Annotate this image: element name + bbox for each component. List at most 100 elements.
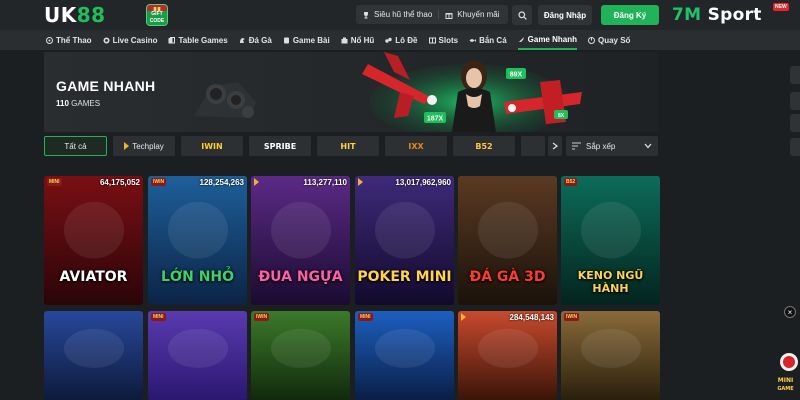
game-count-number: 110 [56,99,69,108]
chevron-right-icon [552,142,558,150]
game-card[interactable]: MINI 64,175,052 AVIATOR [44,176,143,305]
jackpot-icon [341,37,348,43]
game-title: POKER MINI [357,269,452,285]
nav-item-2[interactable]: Live Casino [103,30,157,50]
game-card[interactable]: MINI [355,311,454,400]
filter-spribe[interactable]: SPRIBE [249,136,311,156]
game-card[interactable] [44,311,143,400]
nav-item-7[interactable]: Lô Đề [385,30,418,50]
nav-item-11[interactable]: Quay Số [587,30,630,50]
filter-ixx[interactable]: IXX [385,136,447,156]
logo-text-accent: 88 [76,3,106,27]
card-header [44,311,143,323]
partner-brand-b: Sport [707,5,762,25]
sort-icon [572,142,581,150]
card-header [458,176,557,188]
promo-links: Siêu hũ thể thao Khuyến mãi [356,5,508,24]
game-card[interactable]: B52 KENO NGŨ HÀNH [561,176,660,305]
filter-all[interactable]: Tất cả [44,136,107,156]
game-title: LỚN NHỎ [160,269,235,285]
card-game-icon [283,37,289,43]
provider-icon [254,178,259,186]
lottery-icon [385,37,392,43]
jackpot-count: 13,017,962,960 [395,177,451,187]
promotions-link[interactable]: Khuyến mãi [438,10,505,19]
nav-item-3[interactable]: Table Games [168,30,228,50]
jackpot-count: 113,277,110 [303,177,347,187]
nav-item-9[interactable]: Bắn Cá [469,30,507,50]
side-tool-4[interactable] [790,138,800,156]
game-card[interactable]: 284,548,143 [458,311,557,400]
game-thumbnail [148,176,247,305]
sort-label: Sắp xếp [586,141,616,151]
filter-hit[interactable]: HIT [317,136,379,156]
side-tool-1[interactable] [790,66,800,84]
game-thumbnail [251,176,350,305]
game-thumbnail [458,311,557,400]
nav-item-1[interactable]: Thể Thao [46,30,92,50]
nav-item-5[interactable]: Game Bài [283,30,330,50]
filter-b52[interactable]: B52 [453,136,515,156]
game-card[interactable]: IWIN 128,254,263 LỚN NHỎ [148,176,247,305]
spin-icon [587,36,595,44]
game-card[interactable]: ĐÁ GÀ 3D [458,176,557,305]
page-title: GAME NHANH [56,78,156,94]
site-logo[interactable]: UK88 [44,3,106,27]
provider-badge: MINI [358,313,373,321]
side-tool-2[interactable] [790,92,800,110]
cards-icon [168,36,176,43]
game-title: ĐUA NGỰA [258,269,343,285]
game-card[interactable]: 113,277,110 ĐUA NGỰA [251,176,350,305]
gift-icon [445,12,453,19]
category-banner: GAME NHANH 110 GAMES 89X 187X 8X [44,52,658,132]
card-header: B52 [561,176,660,188]
game-card[interactable]: IWIN [561,311,660,400]
game-card[interactable]: MINI [148,311,247,400]
jackpot-count: 284,548,143 [509,312,555,322]
filter-hit-label: HIT [340,141,356,151]
multiplier-187x: 187X [427,116,444,123]
close-floating-button[interactable]: × [784,306,796,318]
filter-spribe-label: SPRIBE [263,141,297,151]
filter-next-button[interactable] [548,136,562,156]
side-tool-3[interactable] [790,114,800,132]
game-thumbnail [251,311,350,400]
nav-item-8[interactable]: Slots [428,30,458,50]
card-header: 13,017,962,960 [355,176,454,188]
nav-item-6[interactable]: Nổ Hũ [341,30,374,50]
main-nav: Thể Thao Live Casino Table Games Đá Gà Game … [0,30,800,50]
search-button[interactable] [512,5,532,25]
filter-more[interactable] [521,136,545,156]
svg-text:MINI: MINI [778,377,793,384]
nav-item-4[interactable]: Đá Gà [239,30,272,50]
login-button[interactable]: Đăng Nhập [538,5,592,25]
top-bar: UK88 GIFT CODE Siêu hũ thể thao Khuyến m… [0,0,800,30]
game-title: ĐÁ GÀ 3D [469,269,546,285]
game-title: KENO NGŨ HÀNH [577,269,644,295]
super-jackpot-link[interactable]: Siêu hũ thể thao [356,10,438,19]
filter-techplay-label: Techplay [132,141,164,151]
search-icon [517,10,527,20]
filter-techplay[interactable]: Techplay [113,136,175,156]
nav-item-10[interactable]: Game Nhanh [517,30,577,50]
register-button[interactable]: Đăng Ký [601,5,659,25]
multiplier-8x: 8X [558,113,565,119]
gift-code-badge[interactable]: GIFT CODE [146,4,168,26]
filter-iwin[interactable]: IWIN [181,136,243,156]
card-header: MINI 64,175,052 [44,176,143,188]
sort-dropdown[interactable]: Sắp xếp [566,136,658,156]
rocket-icon [518,36,524,42]
game-card[interactable]: 13,017,962,960 POKER MINI [355,176,454,305]
provider-badge: MINI [47,178,62,186]
nav-item-label: Thể Thao [56,35,92,45]
provider-icon [358,178,363,186]
mini-game-widget[interactable]: MINI GAME [771,352,800,400]
provider-badge: MINI [151,313,166,321]
game-card[interactable]: IWIN [251,311,350,400]
techplay-icon [124,142,130,150]
card-header: MINI [148,311,247,323]
nav-item-label: Bắn Cá [479,35,507,45]
game-count: 110 GAMES [56,99,100,108]
soccer-icon [46,36,53,44]
game-thumbnail [355,311,454,400]
